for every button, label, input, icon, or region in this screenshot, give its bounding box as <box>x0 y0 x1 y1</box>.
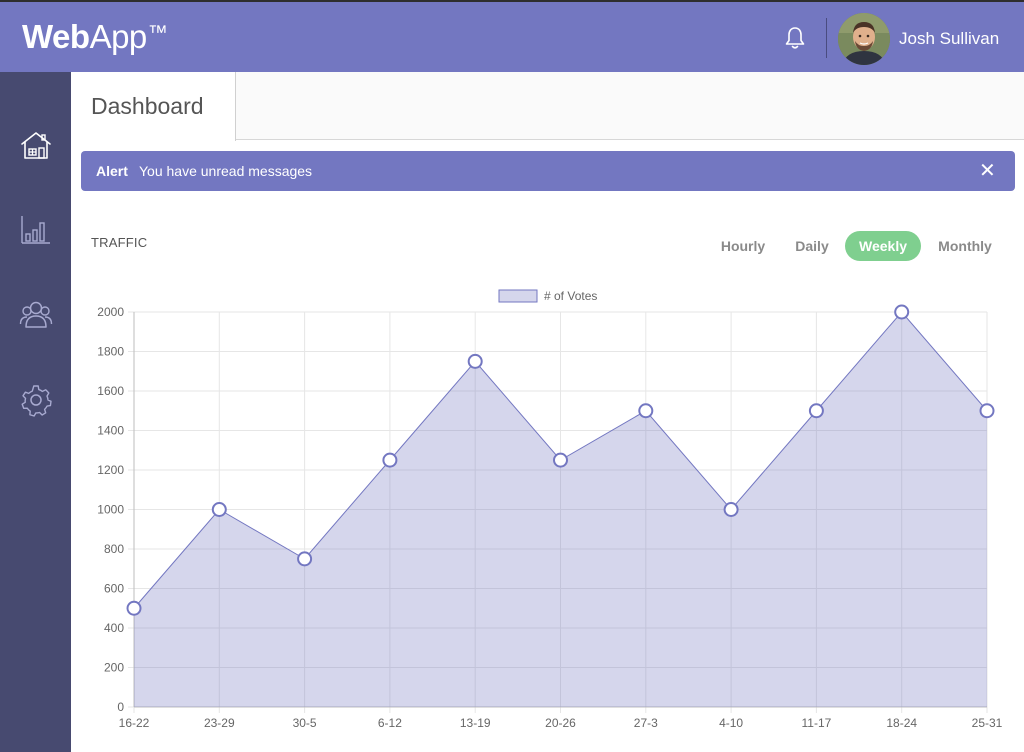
gear-icon <box>21 385 52 417</box>
logo-bold-text: Web <box>22 18 90 55</box>
data-point <box>467 353 483 369</box>
x-tick-label: 27-3 <box>634 716 658 730</box>
alert-message: You have unread messages <box>139 163 313 179</box>
data-point <box>126 600 142 616</box>
traffic-chart-svg: 0 200 400 600 800 1000 1200 1400 1600 1800 2000 16-… <box>97 289 1003 730</box>
sidebar <box>0 72 71 752</box>
sidebar-item-settings[interactable] <box>14 378 58 422</box>
range-monthly-button[interactable]: Monthly <box>930 231 1000 261</box>
user-name[interactable]: Josh Sullivan <box>899 28 999 50</box>
y-tick-label: 400 <box>104 621 124 635</box>
home-icon <box>21 132 51 159</box>
y-tick-label: 1600 <box>97 384 124 398</box>
x-tick-label: 30-5 <box>293 716 317 730</box>
tab-dashboard-label: Dashboard <box>91 93 204 119</box>
top-bar: WebApp™ Josh Sullivan <box>0 0 1024 72</box>
tab-dashboard[interactable]: Dashboard <box>71 72 236 141</box>
data-point <box>894 304 910 320</box>
range-hourly-button[interactable]: Hourly <box>711 231 775 261</box>
alert-title: Alert <box>96 163 128 179</box>
y-tick-label: 0 <box>117 700 124 714</box>
data-point <box>553 452 568 468</box>
bar-chart-icon <box>21 216 50 244</box>
close-icon[interactable]: ✕ <box>979 161 996 181</box>
y-tick-label: 2000 <box>97 305 124 319</box>
x-tick-label: 16-22 <box>119 716 150 730</box>
x-tick-label: 11-17 <box>801 716 831 730</box>
sidebar-item-home[interactable] <box>14 124 58 168</box>
data-point <box>297 551 313 567</box>
data-point <box>638 403 654 419</box>
x-tick-label: 4-10 <box>719 716 743 730</box>
logo-trademark: ™ <box>147 22 168 44</box>
y-tick-label: 200 <box>104 661 124 675</box>
app-logo[interactable]: WebApp™ <box>22 17 168 57</box>
tab-strip: Dashboard <box>71 72 1024 141</box>
x-tick-label: 18-24 <box>886 716 917 730</box>
y-tick-label: 1800 <box>97 345 124 359</box>
sidebar-item-users[interactable] <box>14 293 58 337</box>
users-icon <box>19 301 53 328</box>
data-point <box>723 502 739 517</box>
data-point <box>808 403 824 419</box>
alert-banner: Alert You have unread messages ✕ <box>81 151 1015 191</box>
header-divider <box>826 18 827 58</box>
sidebar-item-reports[interactable] <box>14 208 58 252</box>
data-point <box>211 502 227 517</box>
legend-swatch <box>498 289 538 303</box>
y-tick-label: 1200 <box>97 463 124 477</box>
traffic-chart: 0 200 400 600 800 1000 1200 1400 1600 1800 2000 16-… <box>71 277 1024 752</box>
x-tick-label: 20-26 <box>545 716 576 730</box>
y-tick-label: 1400 <box>97 424 124 438</box>
notifications-bell-icon[interactable] <box>783 25 807 51</box>
x-tick-label: 13-19 <box>460 716 491 730</box>
y-tick-label: 800 <box>104 542 124 556</box>
legend-label: # of Votes <box>544 289 597 303</box>
x-tick-label: 25-31 <box>972 716 1003 730</box>
logo-regular-text: App <box>89 18 148 55</box>
main-content: Dashboard Alert You have unread messages… <box>71 72 1024 752</box>
user-avatar[interactable] <box>838 13 890 65</box>
x-tick-label: 23-29 <box>204 716 235 730</box>
y-tick-label: 600 <box>104 582 124 596</box>
traffic-title: TRAFFIC <box>91 235 148 250</box>
data-point <box>979 403 995 419</box>
range-weekly-button[interactable]: Weekly <box>845 231 921 261</box>
y-tick-label: 1000 <box>97 503 124 517</box>
data-point <box>382 452 398 468</box>
x-tick-label: 6-12 <box>378 716 402 730</box>
range-daily-button[interactable]: Daily <box>788 231 836 261</box>
